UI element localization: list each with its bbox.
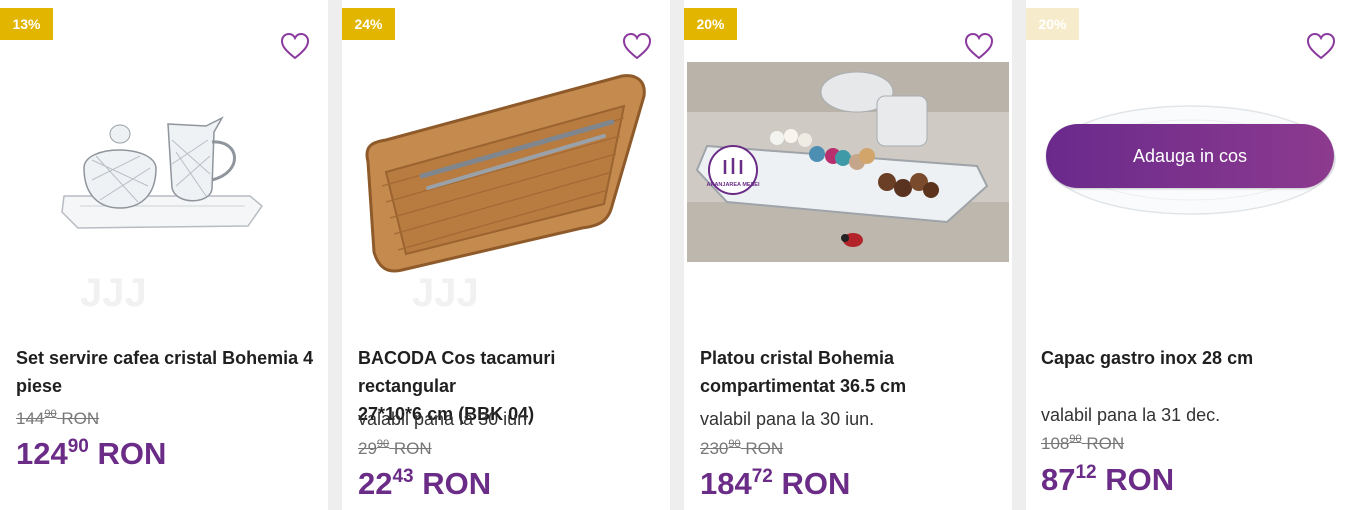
offer-validity: valabil pana la 31 dec. — [1041, 405, 1221, 425]
discount-badge: 24% — [342, 8, 395, 40]
discount-badge: 20% — [684, 8, 737, 40]
heart-outline-icon[interactable] — [1306, 32, 1336, 60]
discount-badge: 13% — [0, 8, 53, 40]
heart-outline-icon[interactable] — [964, 32, 994, 60]
current-price: 18472 RON — [700, 466, 851, 501]
current-price: 12490 RON — [16, 436, 167, 471]
offer-validity: valabil pana la 30 iun. — [700, 409, 875, 429]
product-card[interactable]: 20% ARANJAREA MESEI Platou cristal Bohem… — [684, 0, 1012, 510]
old-price: 2990 RON — [358, 438, 432, 458]
product-image[interactable]: ARANJAREA MESEI — [687, 62, 1009, 262]
product-image[interactable]: JJJ — [342, 56, 670, 326]
product-title[interactable]: Capac gastro inox 28 cm — [1041, 344, 1341, 372]
product-image[interactable]: JJJ — [0, 56, 328, 326]
product-title[interactable]: Set servire cafea cristal Bohemia 4 pies… — [16, 344, 316, 400]
discount-badge: 20% — [1026, 8, 1079, 40]
product-card[interactable]: 20% Adauga in cos Capac gastro inox 28 c… — [1026, 0, 1346, 510]
product-card[interactable]: 13% JJJ Set servire cafea cristal Bohemi… — [0, 0, 328, 510]
old-price: 23090 RON — [700, 438, 784, 458]
offer-validity: valabil pana la 30 iun. — [358, 409, 533, 429]
current-price: 2243 RON — [358, 466, 492, 501]
svg-text:JJJ: JJJ — [412, 271, 479, 315]
svg-text:JJJ: JJJ — [80, 271, 147, 315]
image-logo-text: ARANJAREA MESEI — [707, 182, 760, 188]
old-price: 10890 RON — [1041, 433, 1125, 453]
product-card[interactable]: 24% JJJ BACODA Cos tacamuri rectangular … — [342, 0, 670, 510]
product-title[interactable]: Platou cristal Bohemia compartimentat 36… — [700, 344, 1000, 400]
old-price: 14490 RON — [16, 408, 100, 428]
add-to-cart-button[interactable]: Adauga in cos — [1046, 124, 1334, 188]
current-price: 8712 RON — [1041, 462, 1175, 497]
